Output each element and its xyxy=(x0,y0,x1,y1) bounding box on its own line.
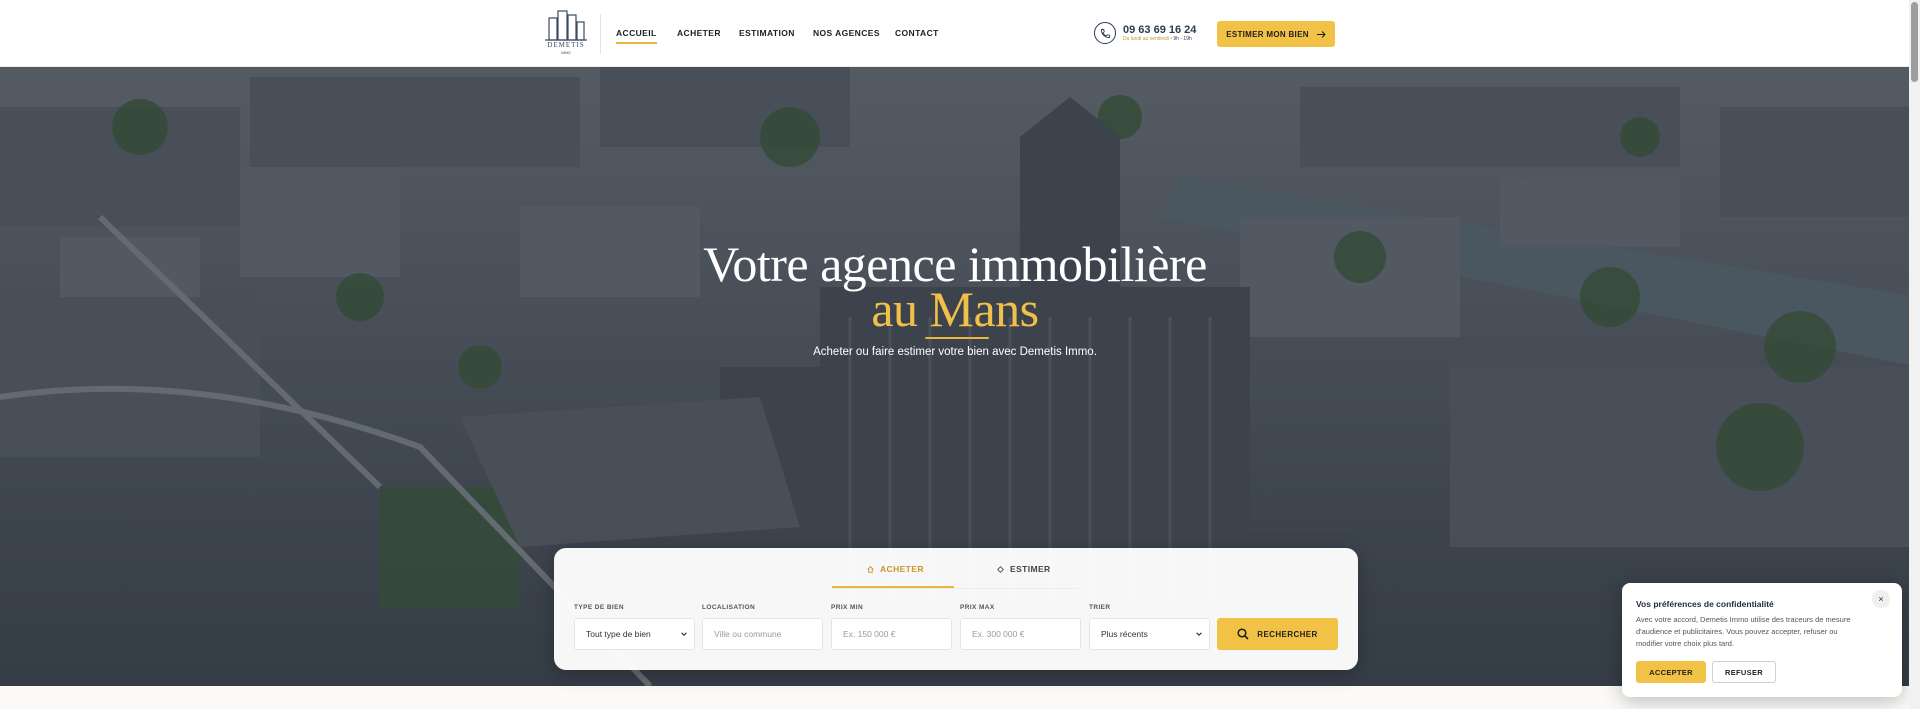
estimate-my-property-button[interactable]: ESTIMER MON BIEN xyxy=(1217,21,1335,47)
sort-label: TRIER xyxy=(1089,604,1111,611)
diamond-icon xyxy=(997,565,1004,573)
price-min-input[interactable]: Ex. 150 000 € xyxy=(831,618,952,650)
cookie-refuse-button[interactable]: REFUSER xyxy=(1712,661,1776,683)
phone-hours-days: Du lundi au vendredi xyxy=(1123,36,1169,42)
location-input[interactable]: Ville ou commune xyxy=(702,618,823,650)
tab-estimer-label: ESTIMER xyxy=(1010,564,1051,574)
logo-subtitle: IMMO xyxy=(561,51,571,55)
chevron-down-icon xyxy=(1196,632,1202,636)
cookie-title: Vos préférences de confidentialité xyxy=(1636,599,1774,609)
phone-icon[interactable] xyxy=(1094,22,1116,44)
page-scrollbar[interactable] xyxy=(1909,0,1920,709)
cookie-text: Avec votre accord, Demetis Immo utilise … xyxy=(1636,615,1851,648)
nav-item-accueil[interactable]: ACCUEIL xyxy=(616,28,657,44)
tab-acheter[interactable]: ACHETER xyxy=(867,564,924,574)
tabs-baseline xyxy=(832,588,1078,589)
home-icon xyxy=(867,565,874,573)
phone-number[interactable]: 09 63 69 16 24 xyxy=(1123,24,1196,36)
search-icon xyxy=(1237,628,1249,640)
arrow-right-icon xyxy=(1316,30,1326,38)
scrollbar-thumb[interactable] xyxy=(1911,2,1918,82)
close-icon[interactable]: × xyxy=(1872,590,1890,608)
sort-select[interactable]: Plus récents xyxy=(1089,618,1210,650)
location-placeholder: Ville ou commune xyxy=(714,629,782,639)
nav-item-nos-agences[interactable]: NOS AGENCES xyxy=(813,28,880,38)
price-max-placeholder: Ex. 300 000 € xyxy=(972,629,1025,639)
cta-label: ESTIMER MON BIEN xyxy=(1226,29,1309,39)
header-divider xyxy=(600,14,601,54)
hero-underline xyxy=(925,337,989,339)
price-max-input[interactable]: Ex. 300 000 € xyxy=(960,618,1081,650)
search-button-label: RECHERCHER xyxy=(1257,629,1318,639)
active-tab-indicator xyxy=(832,586,954,588)
chevron-down-icon xyxy=(681,632,687,636)
price-max-label: PRIX MAX xyxy=(960,604,995,611)
sort-value: Plus récents xyxy=(1101,629,1148,639)
property-type-select[interactable]: Tout type de bien xyxy=(574,618,695,650)
phone-hours-time: 9h - 19h xyxy=(1173,36,1192,42)
tab-estimer[interactable]: ESTIMER xyxy=(997,564,1051,574)
price-min-label: PRIX MIN xyxy=(831,604,864,611)
building-logo-icon xyxy=(545,10,587,41)
nav-item-estimation[interactable]: ESTIMATION xyxy=(739,28,795,38)
cookie-consent-banner: Vos préférences de confidentialité × Ave… xyxy=(1622,583,1902,697)
phone-hours: Du lundi au vendredi • 9h - 19h xyxy=(1123,36,1192,42)
demetis-logo[interactable]: DEMETIS IMMO xyxy=(543,8,589,60)
hero-subtitle: Acheter ou faire estimer votre bien avec… xyxy=(813,346,1097,358)
cookie-accept-button[interactable]: ACCEPTER xyxy=(1636,661,1706,683)
nav-item-acheter[interactable]: ACHETER xyxy=(677,28,721,38)
search-button[interactable]: RECHERCHER xyxy=(1217,618,1338,650)
location-label: LOCALISATION xyxy=(702,604,756,611)
price-min-placeholder: Ex. 150 000 € xyxy=(843,629,896,639)
property-type-label: TYPE DE BIEN xyxy=(574,604,624,611)
property-search-panel: ACHETER ESTIMER TYPE DE BIEN LOCALISATIO… xyxy=(554,548,1358,670)
tab-acheter-label: ACHETER xyxy=(880,564,924,574)
property-type-value: Tout type de bien xyxy=(586,629,651,639)
nav-item-contact[interactable]: CONTACT xyxy=(895,28,939,38)
hero-title-city: au Mans xyxy=(871,281,1039,337)
logo-wordmark: DEMETIS xyxy=(547,41,585,49)
site-header: DEMETIS IMMO ACCUEIL ACHETER ESTIMATION … xyxy=(0,0,1920,67)
